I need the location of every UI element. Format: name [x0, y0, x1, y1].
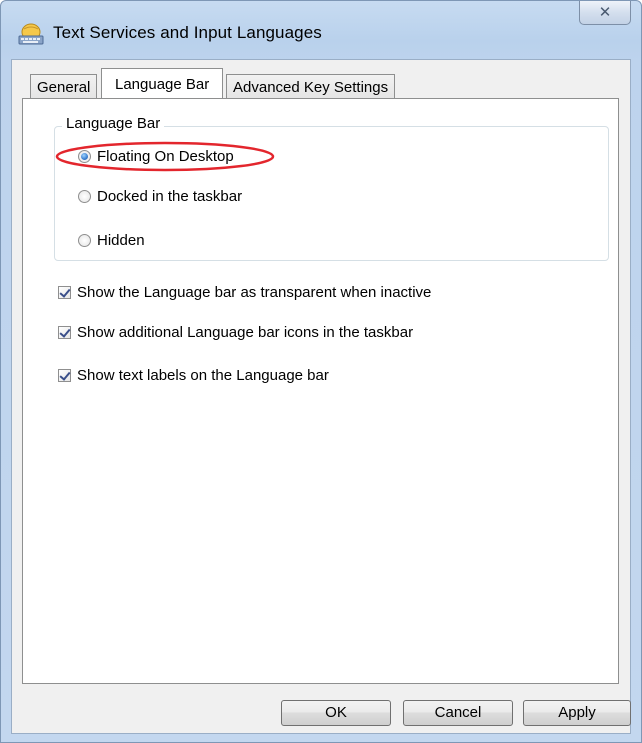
checkbox-additional-icons-in-taskbar[interactable]: Show additional Language bar icons in th…: [58, 324, 413, 341]
ok-button[interactable]: OK: [281, 700, 391, 726]
radio-indicator[interactable]: [78, 190, 91, 203]
checkbox-transparent-when-inactive-label: Show the Language bar as transparent whe…: [77, 284, 432, 301]
tab-general-label: General: [37, 79, 91, 96]
checkbox-show-text-labels-label: Show text labels on the Language bar: [77, 367, 329, 384]
checkbox-show-text-labels[interactable]: Show text labels on the Language bar: [58, 367, 329, 384]
close-icon: ✕: [598, 3, 612, 21]
radio-indicator-selected[interactable]: [78, 150, 91, 163]
tab-advanced-key-settings-label: Advanced Key Settings: [233, 79, 389, 96]
groupbox-legend: Language Bar: [62, 115, 165, 132]
tab-language-bar-label: Language Bar: [115, 76, 210, 93]
radio-indicator[interactable]: [78, 234, 91, 247]
radio-floating-on-desktop[interactable]: Floating On Desktop: [78, 148, 234, 165]
checkbox-indicator-checked[interactable]: [58, 286, 71, 299]
close-button[interactable]: ✕: [579, 1, 631, 25]
keyboard-globe-icon: [18, 23, 44, 45]
cancel-button[interactable]: Cancel: [403, 700, 513, 726]
radio-docked-in-taskbar[interactable]: Docked in the taskbar: [78, 188, 242, 205]
checkbox-additional-icons-in-taskbar-label: Show additional Language bar icons in th…: [77, 324, 414, 341]
title-bar[interactable]: Text Services and Input Languages ✕: [1, 1, 641, 59]
radio-docked-in-taskbar-label: Docked in the taskbar: [97, 188, 243, 205]
radio-hidden[interactable]: Hidden: [78, 232, 145, 249]
checkbox-indicator-checked[interactable]: [58, 326, 71, 339]
checkbox-transparent-when-inactive[interactable]: Show the Language bar as transparent whe…: [58, 284, 431, 301]
checkbox-indicator-checked[interactable]: [58, 369, 71, 382]
radio-floating-on-desktop-label: Floating On Desktop: [97, 148, 234, 165]
window-title: Text Services and Input Languages: [53, 23, 322, 42]
apply-button[interactable]: Apply: [523, 700, 631, 726]
tab-language-bar[interactable]: Language Bar: [101, 68, 224, 98]
tab-advanced-key-settings[interactable]: Advanced Key Settings: [226, 74, 396, 99]
radio-hidden-label: Hidden: [97, 232, 145, 249]
tab-general[interactable]: General: [30, 74, 98, 99]
